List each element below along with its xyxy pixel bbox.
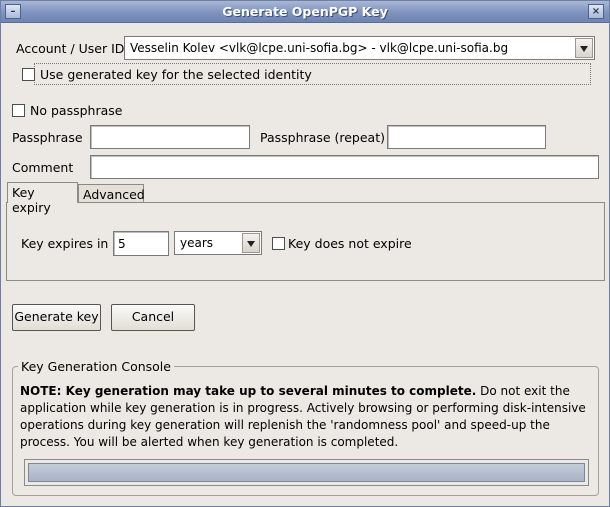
key-expires-label: Key expires in [21,236,109,251]
console-title: Key Generation Console [18,359,174,374]
comment-input[interactable] [90,155,599,179]
no-passphrase-label: No passphrase [30,103,123,118]
title-bar[interactable]: – Generate OpenPGP Key × [1,1,609,23]
close-icon[interactable]: × [588,4,604,19]
passphrase-input[interactable] [90,125,250,149]
use-generated-key-checkbox[interactable] [22,68,35,81]
tab-key-expiry[interactable]: Key expiry [7,182,78,215]
chevron-down-icon[interactable] [242,233,260,253]
tab-advanced[interactable]: Advanced [78,184,145,203]
passphrase-repeat-input[interactable] [387,125,546,149]
does-not-expire-checkbox[interactable] [272,237,285,250]
expiry-value-input[interactable] [113,231,169,256]
cancel-button[interactable]: Cancel [111,304,195,331]
key-generation-progress-bar [24,459,589,486]
progress-track [28,463,585,482]
account-label: Account / User ID [16,41,125,56]
does-not-expire-label: Key does not expire [288,236,412,251]
console-note: NOTE: Key generation may take up to seve… [20,383,595,451]
key-expiry-panel: Key expires in years Key does not expire [6,202,605,281]
passphrase-label: Passphrase [12,130,83,145]
window-title: Generate OpenPGP Key [222,4,388,19]
expiry-unit-select[interactable]: years [174,231,262,255]
account-select[interactable]: Vesselin Kolev <vlk@lcpe.uni-sofia.bg> -… [124,36,595,60]
account-selected-value: Vesselin Kolev <vlk@lcpe.uni-sofia.bg> -… [130,41,509,55]
generate-key-button[interactable]: Generate key [12,304,101,331]
chevron-down-icon[interactable] [575,38,593,58]
no-passphrase-checkbox[interactable] [12,104,25,117]
generate-key-dialog: – Generate OpenPGP Key × Account / User … [0,0,610,507]
console-note-bold: NOTE: Key generation may take up to seve… [20,384,477,398]
expiry-unit-value: years [180,236,214,250]
comment-label: Comment [12,160,74,175]
passphrase-repeat-label: Passphrase (repeat) [260,130,385,145]
use-generated-key-label: Use generated key for the selected ident… [40,67,312,82]
